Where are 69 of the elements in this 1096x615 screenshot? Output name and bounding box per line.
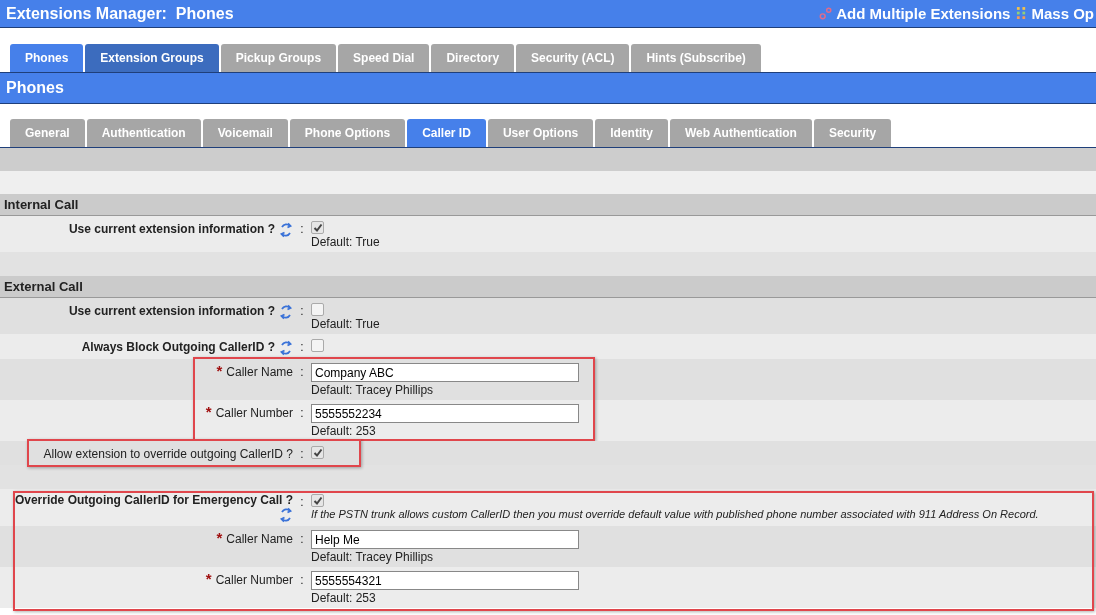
colon: : <box>300 340 304 354</box>
tab[interactable]: Pickup Groups <box>220 44 337 72</box>
required-asterisk: * <box>205 573 212 585</box>
tab[interactable]: Security <box>813 119 892 147</box>
tab[interactable]: Web Authentication <box>669 119 812 147</box>
input-field[interactable]: 5555552234 <box>311 404 579 423</box>
tab[interactable]: Phones <box>10 44 84 72</box>
tab[interactable]: General <box>10 119 85 147</box>
default-value: Default: True <box>311 235 380 249</box>
tab[interactable]: Extension Groups <box>85 44 219 72</box>
field-label: Override Outgoing CallerID for Emergency Call ? <box>14 493 293 507</box>
tab[interactable]: Authentication <box>86 119 201 147</box>
checkbox[interactable] <box>311 303 324 316</box>
checkbox[interactable] <box>311 339 324 352</box>
header-link[interactable]: Add Multiple Extensions <box>819 5 1011 22</box>
section-heading: External Call <box>4 279 83 294</box>
tab[interactable]: Speed Dial <box>338 44 430 72</box>
field-label: Allow extension to override outgoing CallerID ? <box>43 447 293 461</box>
field-label: Use current extension information ? <box>68 222 275 236</box>
check-icon <box>312 495 323 506</box>
tab[interactable]: Identity <box>595 119 668 147</box>
colon: : <box>300 573 304 587</box>
section-heading: Internal Call <box>4 197 79 212</box>
checkbox[interactable] <box>311 446 324 459</box>
colon: : <box>300 406 304 420</box>
colon: : <box>300 365 304 379</box>
input-field[interactable]: 5555554321 <box>311 571 579 590</box>
colon: : <box>300 532 304 546</box>
default-value: Default: Tracey Phillips <box>311 383 434 397</box>
field-label: Caller Number <box>215 573 293 587</box>
default-value: Default: 253 <box>311 424 376 438</box>
colon: : <box>300 495 304 509</box>
link-icon <box>819 7 833 20</box>
tab[interactable]: Hints (Subscribe) <box>631 44 761 72</box>
required-asterisk: * <box>205 406 212 418</box>
reset-icon[interactable] <box>279 304 293 320</box>
reset-icon[interactable] <box>279 222 293 238</box>
tab[interactable]: Voicemail <box>202 119 288 147</box>
tab[interactable]: Directory <box>431 44 515 72</box>
default-value: Default: True <box>311 317 380 331</box>
section-title: Phones <box>5 79 64 97</box>
header-link[interactable]: Mass Op <box>1016 5 1094 22</box>
field-label: Always Block Outgoing CallerID ? <box>81 340 275 354</box>
tab[interactable]: Security (ACL) <box>516 44 630 72</box>
field-label: Caller Name <box>226 532 293 546</box>
required-asterisk: * <box>216 532 223 544</box>
reset-icon[interactable] <box>279 340 293 356</box>
tab[interactable]: Phone Options <box>289 119 406 147</box>
default-value: Default: 253 <box>311 591 376 605</box>
input-field[interactable]: Company ABC <box>311 363 579 382</box>
colon: : <box>300 447 304 461</box>
field-label: Caller Name <box>226 365 293 379</box>
page-title: Extensions Manager: Phones <box>5 4 234 23</box>
required-asterisk: * <box>216 365 223 377</box>
check-icon <box>312 447 323 458</box>
reset-icon[interactable] <box>279 507 293 523</box>
hint-text: If the PSTN trunk allows custom CallerID then you must override default value with published phone number associated with 911 Address On Record. <box>311 508 1039 520</box>
field-label: Caller Number <box>215 406 293 420</box>
tab[interactable]: Caller ID <box>407 119 486 147</box>
input-field[interactable]: Help Me <box>311 530 579 549</box>
checkbox[interactable] <box>311 221 324 234</box>
check-icon <box>312 222 323 233</box>
tab[interactable]: User Options <box>487 119 594 147</box>
checkbox[interactable] <box>311 494 324 507</box>
grid-icon <box>1016 6 1028 21</box>
colon: : <box>300 222 304 236</box>
default-value: Default: Tracey Phillips <box>311 550 434 564</box>
colon: : <box>300 304 304 318</box>
field-label: Use current extension information ? <box>68 304 275 318</box>
